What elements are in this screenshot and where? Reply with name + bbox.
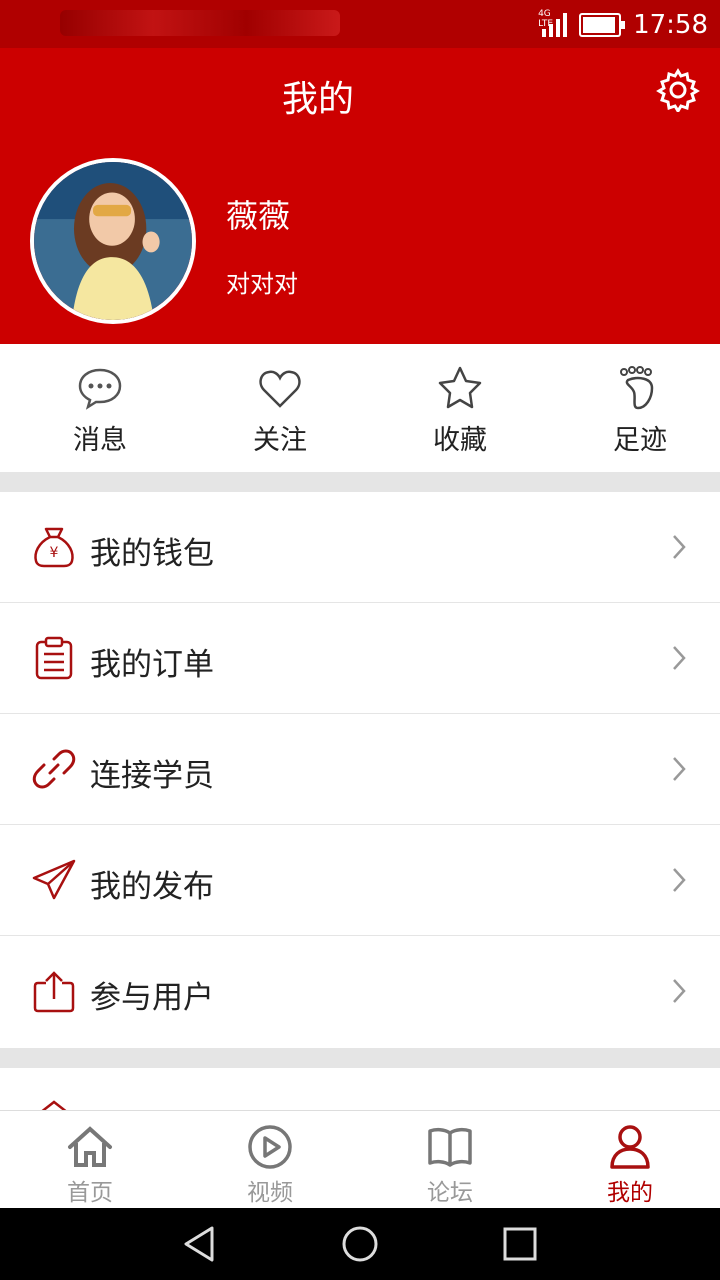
chevron-right-icon xyxy=(673,757,686,781)
menu-list: ¥ 我的钱包 我的订单 连接学员 我的发布 参与用户 xyxy=(0,492,720,1046)
recents-icon[interactable] xyxy=(500,1224,540,1264)
quick-label: 足迹 xyxy=(613,425,667,456)
book-icon xyxy=(428,1127,472,1167)
menu-item-partial[interactable] xyxy=(0,1068,720,1110)
chevron-right-icon xyxy=(673,868,686,892)
menu-item-my-posts[interactable]: 我的发布 xyxy=(0,825,720,936)
user-icon xyxy=(610,1125,650,1169)
quick-label: 收藏 xyxy=(433,425,487,456)
play-icon xyxy=(248,1125,292,1169)
menu-item-orders[interactable]: 我的订单 xyxy=(0,603,720,714)
star-icon xyxy=(438,366,482,409)
tab-video[interactable]: 视频 xyxy=(180,1111,360,1209)
back-icon[interactable] xyxy=(180,1224,220,1264)
menu-item-wallet[interactable]: ¥ 我的钱包 xyxy=(0,492,720,603)
quick-item-footprints[interactable]: 足迹 xyxy=(560,344,720,472)
profile-signature: 对对对 xyxy=(226,270,298,298)
home-circle-icon[interactable] xyxy=(340,1224,380,1264)
status-indicators: 4G LTE 17:58 xyxy=(538,9,708,40)
status-time: 17:58 xyxy=(633,10,708,40)
tab-home[interactable]: 首页 xyxy=(0,1111,180,1209)
bottom-tab-bar: 首页 视频 论坛 我的 xyxy=(0,1110,720,1209)
tab-me[interactable]: 我的 xyxy=(540,1111,720,1209)
page-title: 我的 xyxy=(281,79,354,120)
menu-label: 连接学员 xyxy=(90,758,214,794)
link-icon xyxy=(32,749,76,789)
menu-item-connect-students[interactable]: 连接学员 xyxy=(0,714,720,825)
system-nav-bar xyxy=(0,1208,720,1280)
menu-label: 我的发布 xyxy=(90,869,214,905)
divider xyxy=(0,1048,720,1068)
network-type: 4G LTE xyxy=(538,9,554,29)
chevron-right-icon xyxy=(673,646,686,670)
battery-icon xyxy=(579,13,626,37)
tab-label: 论坛 xyxy=(427,1180,473,1206)
tab-forum[interactable]: 论坛 xyxy=(360,1111,540,1209)
shield-icon xyxy=(41,1100,67,1110)
status-bar: 4G LTE 17:58 xyxy=(0,0,720,48)
clipboard-icon xyxy=(35,636,73,680)
avatar[interactable] xyxy=(30,158,196,324)
heart-icon xyxy=(259,370,301,408)
home-icon xyxy=(68,1126,112,1167)
paper-plane-icon xyxy=(32,859,76,900)
chevron-right-icon xyxy=(673,535,686,559)
menu-label: 我的订单 xyxy=(90,647,214,683)
quick-item-messages[interactable]: 消息 xyxy=(20,344,180,472)
chevron-right-icon xyxy=(673,979,686,1003)
status-notifications xyxy=(60,10,340,36)
quick-label: 消息 xyxy=(73,425,127,456)
quick-actions: 消息 关注 收藏 足迹 xyxy=(0,344,720,472)
svg-text:¥: ¥ xyxy=(50,545,59,561)
profile-header: 我的 薇薇 对对对 xyxy=(0,48,720,344)
menu-label: 参与用户 xyxy=(90,980,214,1016)
tab-label: 首页 xyxy=(67,1180,113,1206)
signal-icon: 4G LTE xyxy=(538,9,568,37)
chat-bubble-icon xyxy=(78,368,122,410)
upload-icon xyxy=(33,971,75,1013)
profile-name[interactable]: 薇薇 xyxy=(226,191,290,237)
divider xyxy=(0,472,720,492)
money-bag-icon: ¥ xyxy=(34,527,74,568)
menu-item-participants[interactable]: 参与用户 xyxy=(0,936,720,1046)
gear-icon[interactable] xyxy=(656,68,700,114)
menu-label: 我的钱包 xyxy=(90,536,214,572)
footprint-icon xyxy=(620,366,654,410)
tab-label: 视频 xyxy=(247,1180,293,1206)
quick-item-favorites[interactable]: 收藏 xyxy=(380,344,540,472)
quick-label: 关注 xyxy=(253,425,307,456)
quick-item-follow[interactable]: 关注 xyxy=(200,344,360,472)
tab-label: 我的 xyxy=(607,1180,653,1206)
